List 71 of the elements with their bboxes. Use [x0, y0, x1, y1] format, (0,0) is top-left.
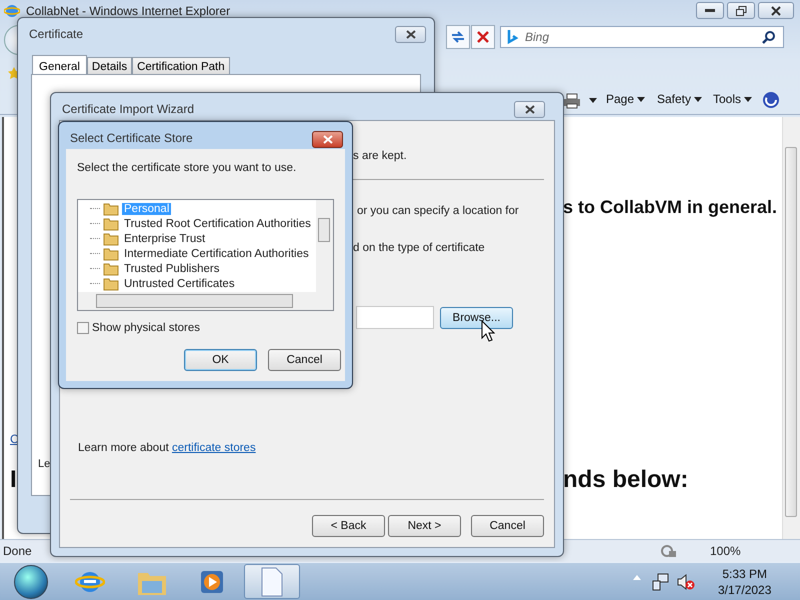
store-item[interactable]: Trusted Root Certification Authorities: [122, 218, 313, 230]
folder-icon: [103, 216, 119, 231]
folder-icon: [103, 231, 119, 246]
restore-button[interactable]: [727, 2, 755, 19]
muted-speaker-icon[interactable]: [677, 573, 695, 591]
dialog-button[interactable]: Cancel: [268, 349, 341, 371]
store-item[interactable]: Trusted Publishers: [122, 262, 222, 274]
wizard-button[interactable]: < Back: [312, 515, 385, 537]
close-icon: [524, 105, 534, 114]
store-item[interactable]: Untrusted Certificates: [122, 278, 237, 290]
clock-time: 5:33 PM: [722, 566, 768, 582]
printer-icon[interactable]: [563, 93, 581, 109]
wizard-text: or you can specify a location for: [357, 205, 519, 217]
command-menu[interactable]: Tools: [713, 92, 752, 106]
search-field[interactable]: Bing: [500, 26, 784, 48]
document-icon: [260, 566, 284, 596]
protected-mode-icon[interactable]: [660, 544, 678, 558]
start-button[interactable]: [14, 565, 48, 599]
learn-more-text: Learn more about certificate stores: [78, 442, 256, 454]
dropdown-caret-icon[interactable]: [589, 98, 597, 103]
window-title: CollabNet - Windows Internet Explorer: [26, 4, 230, 18]
help-icon[interactable]: [762, 91, 780, 109]
close-button[interactable]: [312, 131, 343, 148]
mouse-pointer-icon: [481, 320, 495, 342]
close-icon: [771, 6, 781, 16]
command-menu[interactable]: Page: [606, 92, 646, 106]
search-icon[interactable]: [762, 30, 776, 44]
page-heading: I: [10, 466, 17, 495]
certificate-stores-link[interactable]: certificate stores: [172, 442, 256, 454]
wizard-button[interactable]: Cancel: [471, 515, 544, 537]
stop-icon[interactable]: [471, 25, 495, 49]
store-item[interactable]: Enterprise Trust: [122, 232, 208, 244]
clock-date: 3/17/2023: [718, 582, 772, 598]
command-menu[interactable]: Safety: [657, 92, 702, 106]
scrollbar[interactable]: [782, 117, 800, 539]
close-button[interactable]: [395, 26, 426, 43]
file-path-field[interactable]: [356, 306, 434, 329]
globe-icon: [4, 3, 20, 19]
status-text: Done: [3, 544, 32, 558]
minimize-icon: [705, 8, 715, 12]
wizard-button[interactable]: Next >: [388, 515, 461, 537]
network-icon[interactable]: [652, 573, 670, 591]
panel-text: Le: [38, 458, 50, 470]
taskbar-app-button[interactable]: [244, 564, 300, 599]
close-icon: [322, 135, 332, 144]
page-heading: s to CollabVM in general.: [563, 197, 778, 219]
folder-icon: [103, 261, 119, 276]
scrollbar[interactable]: [316, 200, 333, 292]
wizard-text: d on the type of certificate: [353, 242, 485, 254]
dialog-button[interactable]: OK: [184, 349, 257, 371]
dialog-title: Select Certificate Store: [70, 131, 193, 145]
folder-icon: [103, 246, 119, 261]
dialog-title: Certificate Import Wizard: [62, 102, 194, 116]
scrollbar[interactable]: [78, 292, 333, 310]
page-heading: nds below:: [563, 466, 688, 495]
dialog-title: Certificate: [29, 27, 84, 41]
bing-icon: [507, 29, 519, 45]
clock[interactable]: 5:33 PM 3/17/2023: [718, 566, 772, 598]
close-icon: [406, 30, 416, 39]
store-item[interactable]: Intermediate Certification Authorities: [122, 248, 311, 260]
wizard-text: s are kept.: [353, 150, 407, 162]
restore-icon: [736, 6, 746, 16]
close-button[interactable]: [514, 101, 545, 118]
browse-button[interactable]: Browse...: [440, 307, 513, 329]
refresh-icon[interactable]: [446, 25, 470, 49]
minimize-button[interactable]: [696, 2, 724, 19]
close-button[interactable]: [758, 2, 794, 19]
show-physical-stores-checkbox[interactable]: Show physical stores: [77, 322, 200, 334]
instruction-text: Select the certificate store you want to use.: [77, 162, 296, 174]
zoom-level[interactable]: 100%: [710, 544, 741, 558]
folder-icon: [103, 201, 119, 216]
